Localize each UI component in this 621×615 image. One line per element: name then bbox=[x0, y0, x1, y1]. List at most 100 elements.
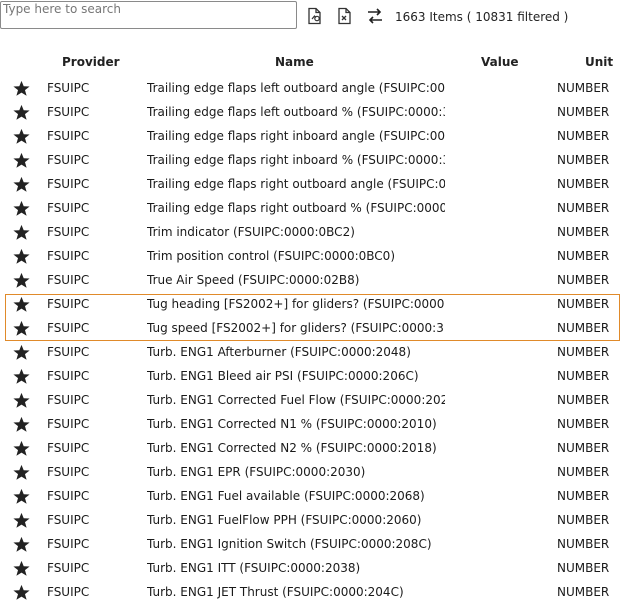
filter-file-icon[interactable] bbox=[336, 7, 354, 25]
provider-cell: FSUIPC bbox=[47, 81, 90, 95]
provider-cell: FSUIPC bbox=[47, 105, 90, 119]
column-provider[interactable]: Provider bbox=[62, 55, 120, 69]
unit-cell: NUMBER bbox=[557, 225, 610, 239]
star-icon[interactable] bbox=[13, 536, 30, 553]
provider-cell: FSUIPC bbox=[47, 225, 90, 239]
star-icon[interactable] bbox=[13, 152, 30, 169]
table-row[interactable]: FSUIPC Trim position control (FSUIPC:000… bbox=[0, 244, 621, 268]
star-icon[interactable] bbox=[13, 272, 30, 289]
star-icon[interactable] bbox=[13, 224, 30, 241]
table-row[interactable]: FSUIPC Turb. ENG1 Ignition Switch (FSUIP… bbox=[0, 532, 621, 556]
star-icon[interactable] bbox=[13, 320, 30, 337]
provider-cell: FSUIPC bbox=[47, 249, 90, 263]
table-row[interactable]: FSUIPC Trailing edge flaps right inboard… bbox=[0, 148, 621, 172]
table-row[interactable]: FSUIPC Turb. ENG1 JET Thrust (FSUIPC:000… bbox=[0, 580, 621, 604]
provider-cell: FSUIPC bbox=[47, 585, 90, 599]
provider-cell: FSUIPC bbox=[47, 321, 90, 335]
star-icon[interactable] bbox=[13, 392, 30, 409]
unit-cell: NUMBER bbox=[557, 297, 610, 311]
name-cell: Trailing edge flaps right inboard angle … bbox=[147, 129, 445, 143]
table-row[interactable]: FSUIPC Turb. ENG1 EPR (FSUIPC:0000:2030)… bbox=[0, 460, 621, 484]
toolbar: 1663 Items ( 10831 filtered ) bbox=[0, 0, 621, 36]
unit-cell: NUMBER bbox=[557, 417, 610, 431]
name-cell: Trim position control (FSUIPC:0000:0BC0) bbox=[147, 249, 395, 263]
name-cell: Tug speed [FS2002+] for gliders? (FSUIPC… bbox=[147, 321, 445, 335]
star-icon[interactable] bbox=[13, 584, 30, 601]
name-cell: Turb. ENG1 Fuel available (FSUIPC:0000:2… bbox=[147, 489, 425, 503]
unit-cell: NUMBER bbox=[557, 273, 610, 287]
swap-arrows-icon[interactable] bbox=[366, 7, 384, 25]
star-icon[interactable] bbox=[13, 488, 30, 505]
unit-cell: NUMBER bbox=[557, 201, 610, 215]
name-cell: Turb. ENG1 Bleed air PSI (FSUIPC:0000:20… bbox=[147, 369, 419, 383]
star-icon[interactable] bbox=[13, 128, 30, 145]
star-icon[interactable] bbox=[13, 464, 30, 481]
name-cell: Turb. ENG1 Corrected N1 % (FSUIPC:0000:2… bbox=[147, 417, 437, 431]
table-row[interactable]: FSUIPC Turb. ENG1 FuelFlow PPH (FSUIPC:0… bbox=[0, 508, 621, 532]
table-row[interactable]: FSUIPC True Air Speed (FSUIPC:0000:02B8)… bbox=[0, 268, 621, 292]
unit-cell: NUMBER bbox=[557, 249, 610, 263]
item-count: 1663 Items ( 10831 filtered ) bbox=[395, 10, 569, 24]
table-row[interactable]: FSUIPC Turb. ENG1 ITT (FSUIPC:0000:2038)… bbox=[0, 556, 621, 580]
table-row[interactable]: FSUIPC Trailing edge flaps left outboard… bbox=[0, 76, 621, 100]
name-cell: Turb. ENG1 ITT (FSUIPC:0000:2038) bbox=[147, 561, 361, 575]
name-cell: Tug heading [FS2002+] for gliders? (FSUI… bbox=[147, 297, 445, 311]
name-cell: Turb. ENG1 Ignition Switch (FSUIPC:0000:… bbox=[147, 537, 432, 551]
star-icon[interactable] bbox=[13, 560, 30, 577]
search-input[interactable] bbox=[0, 1, 297, 29]
star-icon[interactable] bbox=[13, 344, 30, 361]
name-cell: Trailing edge flaps right outboard angle… bbox=[147, 177, 445, 191]
table-row[interactable]: FSUIPC Trim indicator (FSUIPC:0000:0BC2)… bbox=[0, 220, 621, 244]
column-header-row: Provider Name Value Unit bbox=[0, 55, 621, 73]
star-icon[interactable] bbox=[13, 104, 30, 121]
column-unit[interactable]: Unit bbox=[585, 55, 613, 69]
unit-cell: NUMBER bbox=[557, 441, 610, 455]
star-icon[interactable] bbox=[13, 416, 30, 433]
provider-cell: FSUIPC bbox=[47, 297, 90, 311]
star-icon[interactable] bbox=[13, 512, 30, 529]
unit-cell: NUMBER bbox=[557, 345, 610, 359]
name-cell: Turb. ENG1 Afterburner (FSUIPC:0000:2048… bbox=[147, 345, 411, 359]
table-row[interactable]: FSUIPC Trailing edge flaps left outboard… bbox=[0, 100, 621, 124]
provider-cell: FSUIPC bbox=[47, 201, 90, 215]
name-cell: Turb. ENG1 Corrected Fuel Flow (FSUIPC:0… bbox=[147, 393, 445, 407]
star-icon[interactable] bbox=[13, 176, 30, 193]
table-row[interactable]: FSUIPC Trailing edge flaps right outboar… bbox=[0, 196, 621, 220]
table-row[interactable]: FSUIPC Turb. ENG1 Corrected N2 % (FSUIPC… bbox=[0, 436, 621, 460]
star-icon[interactable] bbox=[13, 296, 30, 313]
provider-cell: FSUIPC bbox=[47, 129, 90, 143]
star-icon[interactable] bbox=[13, 248, 30, 265]
star-icon[interactable] bbox=[13, 440, 30, 457]
column-name[interactable]: Name bbox=[275, 55, 314, 69]
table-row[interactable]: FSUIPC Trailing edge flaps right inboard… bbox=[0, 124, 621, 148]
table-row[interactable]: FSUIPC Tug heading [FS2002+] for gliders… bbox=[0, 292, 621, 316]
unit-cell: NUMBER bbox=[557, 369, 610, 383]
unit-cell: NUMBER bbox=[557, 393, 610, 407]
column-value[interactable]: Value bbox=[481, 55, 519, 69]
unit-cell: NUMBER bbox=[557, 321, 610, 335]
provider-cell: FSUIPC bbox=[47, 177, 90, 191]
unit-cell: NUMBER bbox=[557, 81, 610, 95]
unit-cell: NUMBER bbox=[557, 489, 610, 503]
table-row[interactable]: FSUIPC Tug speed [FS2002+] for gliders? … bbox=[0, 316, 621, 340]
table-row[interactable]: FSUIPC Turb. ENG1 Corrected Fuel Flow (F… bbox=[0, 388, 621, 412]
export-file-icon[interactable] bbox=[306, 7, 324, 25]
table-row[interactable]: FSUIPC Turb. ENG1 Fuel available (FSUIPC… bbox=[0, 484, 621, 508]
unit-cell: NUMBER bbox=[557, 153, 610, 167]
provider-cell: FSUIPC bbox=[47, 417, 90, 431]
table-row[interactable]: FSUIPC Turb. ENG1 Corrected N1 % (FSUIPC… bbox=[0, 412, 621, 436]
provider-cell: FSUIPC bbox=[47, 273, 90, 287]
table-row[interactable]: FSUIPC Trailing edge flaps right outboar… bbox=[0, 172, 621, 196]
name-cell: Trailing edge flaps right outboard % (FS… bbox=[147, 201, 445, 215]
provider-cell: FSUIPC bbox=[47, 441, 90, 455]
table-row[interactable]: FSUIPC Turb. ENG1 Afterburner (FSUIPC:00… bbox=[0, 340, 621, 364]
unit-cell: NUMBER bbox=[557, 465, 610, 479]
table-row[interactable]: FSUIPC Turb. ENG1 Bleed air PSI (FSUIPC:… bbox=[0, 364, 621, 388]
star-icon[interactable] bbox=[13, 80, 30, 97]
unit-cell: NUMBER bbox=[557, 585, 610, 599]
star-icon[interactable] bbox=[13, 368, 30, 385]
name-cell: Turb. ENG1 EPR (FSUIPC:0000:2030) bbox=[147, 465, 366, 479]
star-icon[interactable] bbox=[13, 200, 30, 217]
provider-cell: FSUIPC bbox=[47, 561, 90, 575]
provider-cell: FSUIPC bbox=[47, 369, 90, 383]
